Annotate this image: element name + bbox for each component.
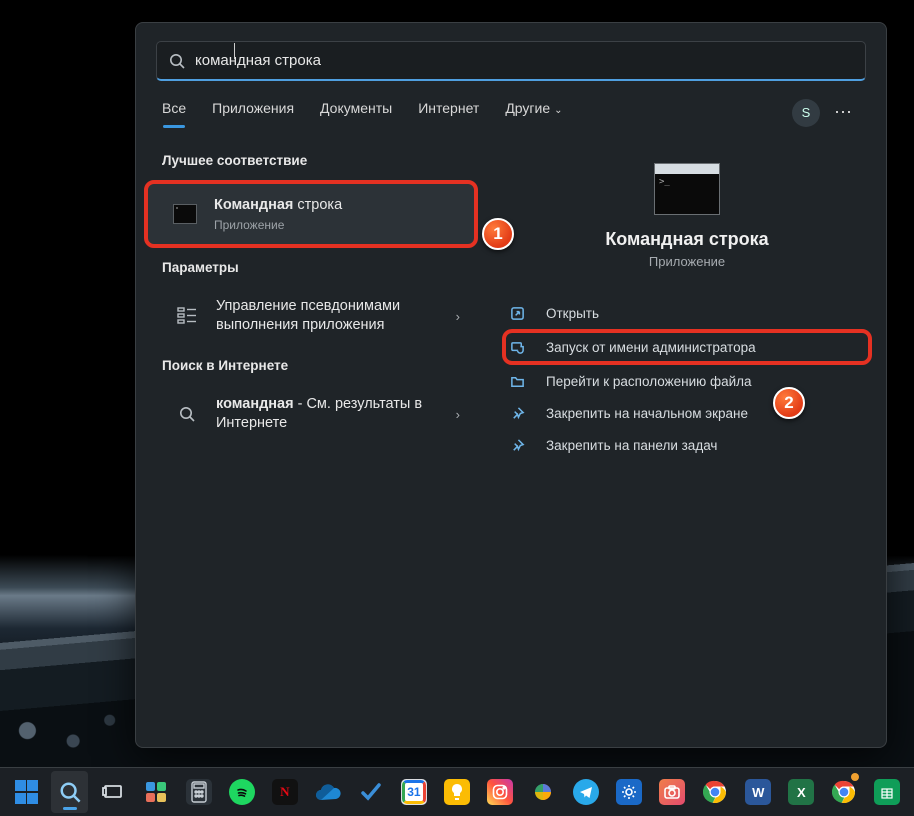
preview-pane: Командная строка Приложение Открыть Запу… [488,137,886,747]
results-content: Лучшее соответствие Командная строка При… [136,129,886,747]
cmd-icon [170,200,200,228]
chevron-right-icon: › [456,407,466,422]
taskbar-start-button[interactable] [8,771,45,813]
action-pin-start[interactable]: Закрепить на начальном экране [502,397,872,429]
instagram-icon [487,779,513,805]
taskbar-search-button[interactable] [51,771,88,813]
annotation-callout-1: 1 [482,218,514,250]
taskbar-app-netflix[interactable]: N [266,771,303,813]
calculator-icon [186,779,212,805]
pin-icon [516,437,532,453]
chrome-icon [703,780,727,804]
tab-apps[interactable]: Приложения [212,100,294,126]
taskbar-app-chrome[interactable] [697,771,734,813]
check-icon [359,780,383,804]
text-caret [234,43,235,59]
section-settings: Параметры [136,250,488,285]
action-run-as-admin[interactable]: Запуск от имени администратора [502,329,872,365]
result-subtitle: Приложение [214,218,462,232]
tab-more[interactable]: Другие ⌄ [505,100,562,126]
section-web-search: Поиск в Интернете [136,348,488,383]
preview-app-icon [654,163,720,215]
tab-documents[interactable]: Документы [320,100,392,126]
taskbar-app-word[interactable]: W [740,771,777,813]
tab-all[interactable]: Все [162,100,186,126]
netflix-icon: N [272,779,298,805]
filter-tabs: Все Приложения Документы Интернет Другие… [136,81,886,129]
taskbar-app-telegram[interactable] [568,771,605,813]
tab-more-label: Другие [505,100,550,116]
search-icon [169,53,185,69]
taskbar-app-todo[interactable] [352,771,389,813]
result-title: командная - См. результаты в Интернете [216,395,456,434]
search-query-text: командная строка [195,52,321,69]
user-avatar[interactable]: S [792,99,820,127]
open-icon [516,305,532,321]
camera-icon [659,779,685,805]
action-label: Закрепить на начальном экране [546,406,748,421]
taskbar-app-sheets[interactable] [869,771,906,813]
result-app-alias-settings[interactable]: Управление псевдонимами выполнения прило… [146,287,478,346]
photos-icon [531,780,555,804]
chevron-right-icon: › [456,309,466,324]
cloud-icon [315,783,341,801]
calendar-icon: 31 [401,779,427,805]
result-title: Управление псевдонимами выполнения прило… [216,297,456,336]
tab-web[interactable]: Интернет [418,100,479,126]
taskbar-app-keep[interactable] [438,771,475,813]
sheets-icon [874,779,900,805]
taskbar-app-camera[interactable] [654,771,691,813]
preview-title: Командная строка [488,229,886,250]
action-label: Перейти к расположению файла [546,374,752,389]
search-icon [172,400,202,428]
preview-subtitle: Приложение [488,254,886,269]
search-input[interactable]: командная строка [156,41,866,81]
widgets-icon [144,780,168,804]
action-label: Запуск от имени администратора [546,340,756,355]
taskbar-taskview-button[interactable] [94,771,131,813]
taskbar-app-photos[interactable] [525,771,562,813]
folder-icon [516,373,532,389]
taskbar-app-calculator[interactable] [180,771,217,813]
taskbar-app-google-calendar[interactable]: 31 [395,771,432,813]
keep-icon [444,779,470,805]
admin-shield-icon [516,339,532,355]
taskbar: N 31 W X [0,767,914,816]
search-row: командная строка [136,23,886,81]
telegram-icon [573,779,599,805]
word-icon: W [745,779,771,805]
taskbar-app-settings[interactable] [611,771,648,813]
taskbar-app-spotify[interactable] [223,771,260,813]
pin-icon [516,405,532,421]
action-list: Открыть Запуск от имени администратора П… [488,297,886,461]
section-best-match: Лучшее соответствие [136,143,488,178]
chevron-down-icon: ⌄ [554,105,562,116]
taskbar-app-excel[interactable]: X [783,771,820,813]
taskbar-app-chrome-2[interactable] [826,771,863,813]
action-pin-taskbar[interactable]: Закрепить на панели задач [502,429,872,461]
more-options-button[interactable]: ⋯ [828,98,860,127]
search-icon [59,781,81,803]
excel-icon: X [788,779,814,805]
action-label: Открыть [546,306,599,321]
taskbar-widgets-button[interactable] [137,771,174,813]
gear-icon [616,779,642,805]
chrome-icon [832,780,856,804]
taskbar-app-instagram[interactable] [482,771,519,813]
start-search-panel: командная строка Все Приложения Документ… [135,22,887,748]
taskbar-app-onedrive[interactable] [309,771,346,813]
annotation-callout-2: 2 [773,387,805,419]
windows-logo-icon [15,780,39,804]
results-left-column: Лучшее соответствие Командная строка При… [136,137,488,747]
taskview-icon [102,781,124,803]
result-command-prompt[interactable]: Командная строка Приложение [144,180,478,248]
action-label: Закрепить на панели задач [546,438,717,453]
result-web-search[interactable]: командная - См. результаты в Интернете › [146,385,478,444]
spotify-icon [229,779,255,805]
alias-icon [172,302,202,330]
action-open[interactable]: Открыть [502,297,872,329]
action-open-location[interactable]: Перейти к расположению файла [502,365,872,397]
result-title: Командная строка [214,196,462,216]
